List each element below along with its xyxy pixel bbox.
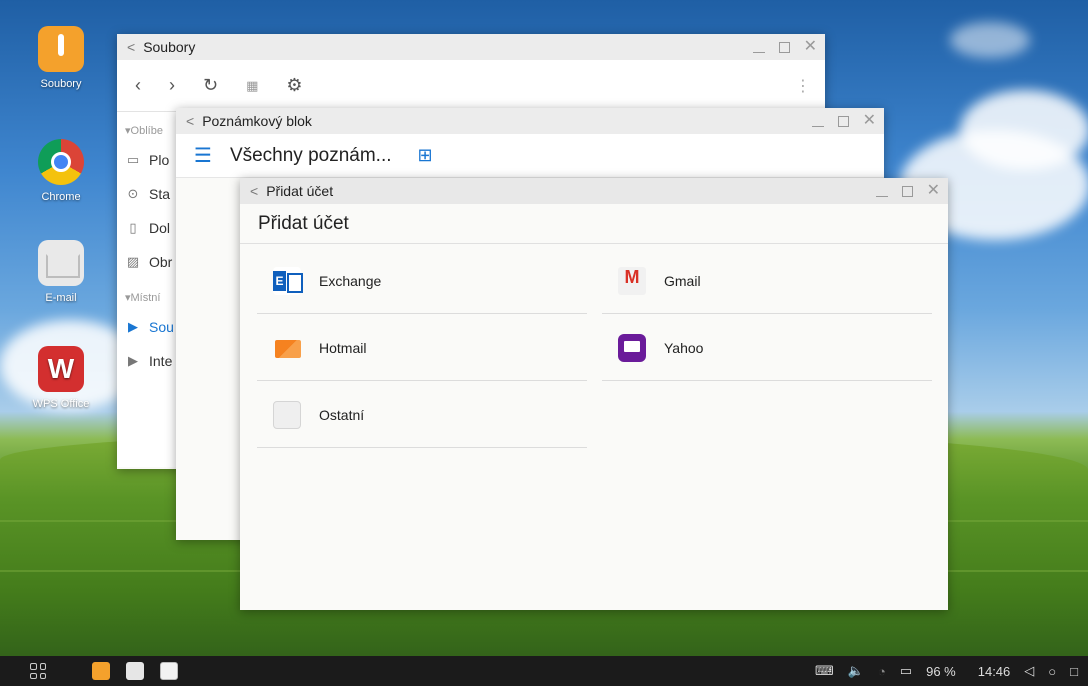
back-icon[interactable]: < <box>250 183 258 199</box>
window-title: Přidat účet <box>266 183 334 199</box>
refresh-icon[interactable]: ↻ <box>203 75 218 96</box>
desktop-icon-label: E-mail <box>45 292 77 304</box>
taskbar-email-icon[interactable] <box>126 662 144 680</box>
gear-icon[interactable]: ⚙ <box>286 75 302 96</box>
sidebar-item-desktop[interactable]: ▭ Plo <box>117 143 177 177</box>
app-launcher-icon[interactable] <box>30 663 46 679</box>
account-option-hotmail[interactable]: Hotmail <box>257 315 587 381</box>
notes-header: ☰ Všechny poznám... ⊞ <box>176 134 884 178</box>
download-icon: ⊙ <box>127 186 139 201</box>
account-option-label: Yahoo <box>664 339 704 356</box>
maximize-icon[interactable] <box>901 185 913 197</box>
cloud <box>950 22 1030 58</box>
account-option-yahoo[interactable]: Yahoo <box>602 315 932 381</box>
email-icon <box>38 240 84 286</box>
expand-arrow-icon: ▶ <box>128 319 138 334</box>
sidebar-item-label: Sou <box>149 319 174 335</box>
sidebar-item-label: Sta <box>149 186 171 202</box>
taskbar: ⌨ 🔈 ◔ ▭ 96 % 14:46 ◁ ○ □ <box>0 656 1088 686</box>
account-option-label: Exchange <box>319 272 382 289</box>
gmail-icon <box>618 266 646 295</box>
clock[interactable]: 14:46 <box>978 664 1011 679</box>
sidebar-item-label: Inte <box>149 353 173 369</box>
grid-view-icon[interactable]: ⊞ <box>418 145 433 166</box>
wps-office-icon: W <box>38 346 84 392</box>
account-option-gmail[interactable]: Gmail <box>602 248 932 314</box>
sidebar-section-local: ▾Místní <box>125 292 161 304</box>
overflow-menu-icon[interactable]: ⋮ <box>795 76 811 96</box>
page-title: Přidat účet <box>240 204 948 244</box>
minimize-icon[interactable] <box>875 195 888 197</box>
image-icon: ▨ <box>126 254 140 269</box>
desktop-icon-email[interactable]: E-mail <box>21 240 101 304</box>
files-icon <box>38 26 84 72</box>
document-icon: ▯ <box>129 220 137 235</box>
keyboard-icon[interactable]: ⌨ <box>815 663 834 679</box>
desktop-icon: ▭ <box>126 152 140 167</box>
close-icon[interactable]: ✕ <box>804 39 817 55</box>
account-option-other[interactable]: Ostatní <box>257 382 587 448</box>
home-circle-icon[interactable]: ○ <box>1048 664 1056 679</box>
minimize-icon[interactable] <box>752 51 765 53</box>
sidebar-item-label: Obr <box>149 254 173 270</box>
back-icon[interactable]: < <box>186 113 194 129</box>
sidebar-item-label: Plo <box>149 152 170 168</box>
files-sidebar: ▾Oblíbe ▭ Plo ⊙ Sta ▯ Dol ▨ Obr ▾Místní ▶ Sou… <box>117 112 177 467</box>
add-account-titlebar[interactable]: < Přidat účet ✕ <box>240 178 948 204</box>
account-option-label: Ostatní <box>319 406 365 423</box>
sidebar-item-downloads[interactable]: ⊙ Sta <box>117 177 177 211</box>
sidebar-item-pictures[interactable]: ▨ Obr <box>117 245 177 279</box>
wifi-icon[interactable]: ◔ <box>878 664 886 679</box>
yahoo-icon <box>618 333 646 362</box>
desktop-icon-chrome[interactable]: Chrome <box>21 139 101 203</box>
nav-back-triangle-icon[interactable]: ◁ <box>1024 663 1034 679</box>
battery-percent: 96 % <box>926 663 956 679</box>
chrome-icon <box>38 139 84 185</box>
sidebar-section-favorites: ▾Oblíbe <box>125 125 163 137</box>
window-title: Poznámkový blok <box>202 113 312 129</box>
cloud <box>960 90 1088 170</box>
desktop-icon-label: WPS Office <box>32 398 90 410</box>
account-option-exchange[interactable]: Exchange <box>257 248 587 314</box>
desktop-icon-label: Soubory <box>40 78 82 90</box>
volume-icon[interactable]: 🔈 <box>848 663 864 679</box>
desktop-icon-soubory[interactable]: Soubory <box>21 26 101 90</box>
close-icon[interactable]: ✕ <box>863 113 876 129</box>
battery-icon: ▭ <box>899 663 913 678</box>
sidebar-item-documents[interactable]: ▯ Dol <box>117 211 177 245</box>
sidebar-item-internal[interactable]: ▶ Inte <box>117 344 177 378</box>
window-title: Soubory <box>143 39 196 55</box>
sidebar-item-files[interactable]: ▶ Sou <box>117 310 177 344</box>
recents-square-icon[interactable]: □ <box>1070 664 1078 679</box>
notepad-titlebar[interactable]: < Poznámkový blok ✕ <box>176 108 884 134</box>
taskbar-files-icon[interactable] <box>92 662 110 680</box>
maximize-icon[interactable] <box>837 115 849 127</box>
files-titlebar[interactable]: < Soubory ✕ <box>117 34 825 60</box>
taskbar-notepad-icon[interactable] <box>160 662 178 680</box>
hotmail-icon <box>273 334 301 362</box>
mail-envelope-icon <box>273 400 301 429</box>
sidebar-item-label: Dol <box>149 220 171 236</box>
files-toolbar: ‹ › ↻ ▦ ⚙ ⋮ <box>117 60 825 112</box>
nav-forward-icon[interactable]: › <box>169 75 175 96</box>
close-icon[interactable]: ✕ <box>927 183 940 199</box>
view-toggle-icon[interactable]: ▦ <box>246 78 258 94</box>
account-option-label: Hotmail <box>319 339 367 356</box>
add-account-window: < Přidat účet ✕ Přidat účet Exchange Gma… <box>240 178 948 610</box>
menu-icon[interactable]: ☰ <box>194 143 212 168</box>
maximize-icon[interactable] <box>778 41 790 53</box>
account-option-label: Gmail <box>664 272 701 289</box>
back-icon[interactable]: < <box>127 39 135 55</box>
expand-arrow-icon: ▶ <box>128 353 138 368</box>
notes-folder-title[interactable]: Všechny poznám... <box>230 145 392 167</box>
exchange-icon <box>273 266 303 295</box>
minimize-icon[interactable] <box>811 125 824 127</box>
desktop-icon-label: Chrome <box>41 191 81 203</box>
desktop-icon-wps-office[interactable]: W WPS Office <box>21 346 101 410</box>
nav-back-icon[interactable]: ‹ <box>135 75 141 96</box>
